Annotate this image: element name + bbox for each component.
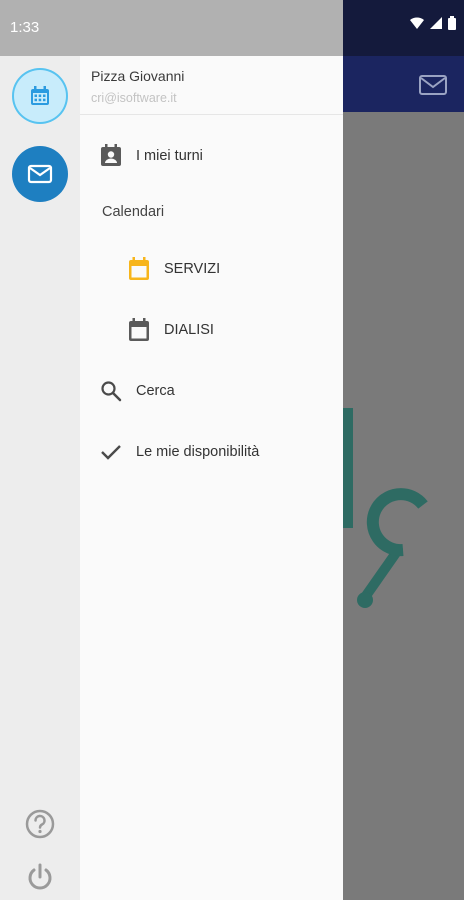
menu-item-my-shifts[interactable]: I miei turni — [99, 144, 203, 168]
search-icon — [99, 379, 123, 403]
calendar-icon — [127, 318, 151, 342]
wifi-icon — [410, 17, 424, 29]
calendar-label: DIALISI — [164, 322, 214, 338]
status-icons — [410, 16, 456, 30]
background-logo-art — [343, 408, 428, 608]
navigation-drawer: Pizza Giovanni cri@isoftware.it I miei t… — [80, 56, 343, 900]
status-time: 1:33 — [10, 19, 40, 36]
user-name: Pizza Giovanni — [91, 68, 185, 84]
mail-icon — [27, 164, 53, 184]
contact-card-icon — [99, 144, 123, 168]
power-icon[interactable] — [24, 861, 56, 893]
drawer-header: Pizza Giovanni cri@isoftware.it — [80, 56, 343, 115]
signal-icon — [430, 17, 442, 29]
menu-item-label: I miei turni — [136, 148, 203, 164]
calendar-label: SERVIZI — [164, 261, 221, 277]
calendar-item-servizi[interactable]: SERVIZI — [127, 257, 220, 281]
menu-item-search[interactable]: Cerca — [99, 379, 175, 403]
calendar-icon — [31, 86, 49, 105]
calendar-item-dialisi[interactable]: DIALISI — [127, 318, 214, 342]
calendar-icon — [127, 257, 151, 281]
help-icon[interactable] — [24, 808, 56, 840]
mail-icon[interactable] — [418, 74, 448, 96]
menu-item-label: Cerca — [136, 383, 175, 399]
menu-item-label: Le mie disponibilità — [136, 444, 260, 460]
calendars-section-title: Calendari — [102, 204, 165, 220]
status-bar-drawer: 1:33 — [0, 0, 343, 56]
user-email: cri@isoftware.it — [91, 91, 177, 105]
battery-icon — [448, 16, 456, 30]
mail-rail-button[interactable] — [12, 146, 68, 202]
menu-item-availability[interactable]: Le mie disponibilità — [99, 440, 259, 464]
calendar-rail-button[interactable] — [12, 68, 68, 124]
side-rail — [0, 56, 80, 900]
check-icon — [99, 440, 123, 464]
